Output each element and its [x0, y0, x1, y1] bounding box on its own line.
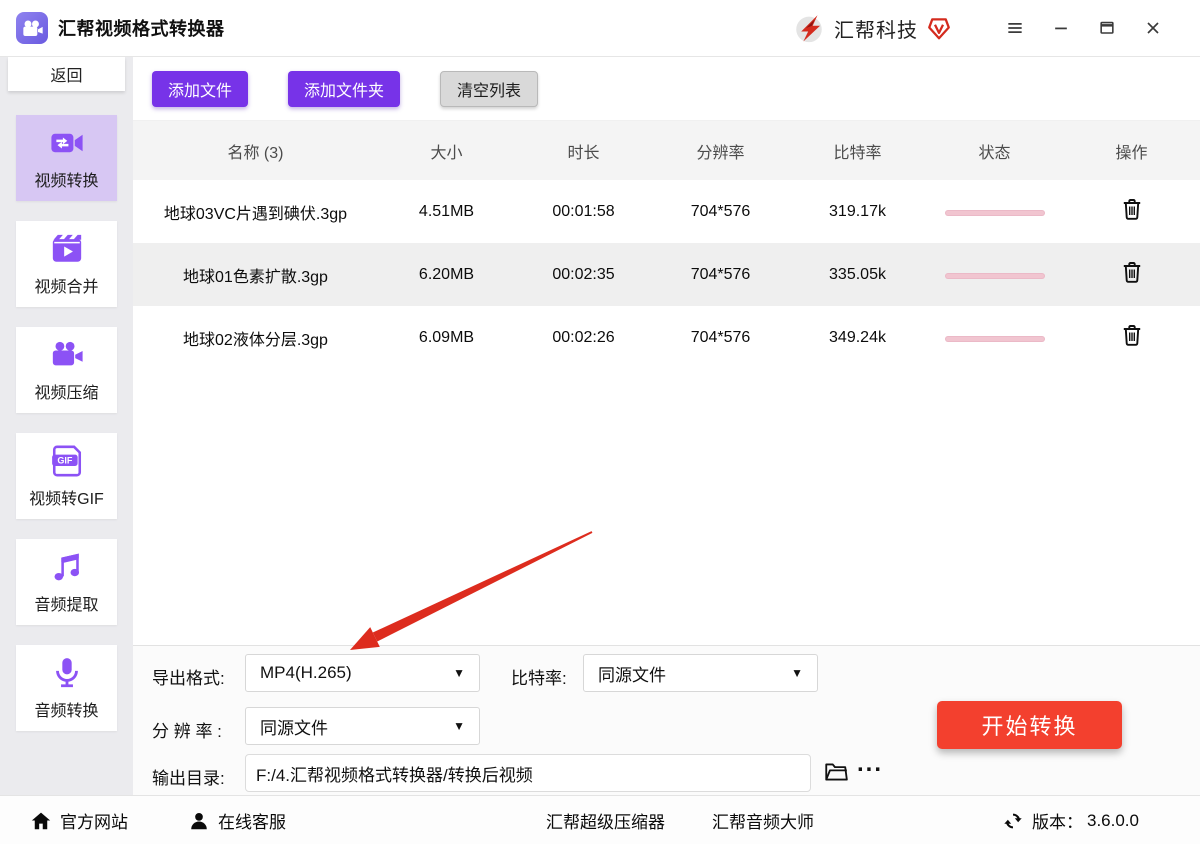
gif-file-icon: GIF: [50, 444, 84, 478]
file-name: 地球02液体分层.3gp: [183, 331, 328, 349]
titlebar: 汇帮视频格式转换器 汇帮科技: [0, 0, 1200, 57]
table-row[interactable]: 地球01色素扩散.3gp 6.20MB 00:02:35 704*576 335.05k: [133, 243, 1200, 306]
sidebar: 返回 视频转换视频合并视频压缩 GIF 视频转GIF 音频提取音频转换: [0, 57, 133, 795]
file-resolution: 704*576: [690, 328, 751, 346]
app-logo-icon: [16, 12, 48, 44]
sidebar-nav: 视频转换视频合并视频压缩 GIF 视频转GIF 音频提取音频转换: [0, 115, 133, 731]
app-title: 汇帮视频格式转换器: [58, 19, 225, 39]
sidebar-item-video-compress[interactable]: 视频压缩: [16, 327, 117, 413]
bitrate-label: 比特率:: [511, 669, 567, 688]
sidebar-item-video-merge[interactable]: 视频合并: [16, 221, 117, 307]
video-convert-icon: [50, 126, 84, 160]
trash-icon[interactable]: [1120, 197, 1144, 221]
sidebar-item-label: 视频转GIF: [29, 490, 104, 508]
file-bitrate: 319.17k: [829, 202, 886, 220]
output-dir-field[interactable]: F:/4.汇帮视频格式转换器/转换后视频: [245, 754, 811, 792]
file-table-body: 地球03VC片遇到碘伏.3gp 4.51MB 00:01:58 704*576 319.…: [133, 180, 1200, 369]
microphone-icon: [50, 656, 84, 690]
sidebar-item-label: 视频转换: [34, 172, 99, 190]
menu-icon[interactable]: [992, 8, 1038, 48]
sidebar-item-video-convert[interactable]: 视频转换: [16, 115, 117, 201]
sidebar-item-label: 视频压缩: [34, 384, 99, 402]
chevron-down-icon: ▼: [453, 719, 465, 733]
resolution-label: 分 辨 率 :: [152, 722, 222, 741]
main-panel: 添加文件 添加文件夹 清空列表 名称 (3) 大小 时长 分辨率 比特率 状态 操作 地球0…: [133, 57, 1200, 795]
online-service-link[interactable]: 在线客服: [188, 796, 286, 844]
file-name: 地球03VC片遇到碘伏.3gp: [163, 205, 348, 223]
refresh-icon: [1002, 810, 1024, 832]
column-header: 名称 (3): [227, 144, 284, 162]
chevron-down-icon: ▼: [453, 666, 465, 680]
super-compressor-link[interactable]: 汇帮超级压缩器: [546, 796, 665, 844]
version-label: 版本：: [1032, 813, 1083, 832]
export-format-label: 导出格式:: [152, 669, 225, 688]
sidebar-item-audio-convert[interactable]: 音频转换: [16, 645, 117, 731]
file-size: 4.51MB: [418, 202, 475, 220]
file-resolution: 704*576: [690, 202, 751, 220]
file-duration: 00:02:35: [552, 265, 615, 283]
brand-logo-icon: [792, 11, 826, 45]
file-bitrate: 335.05k: [829, 265, 886, 283]
file-duration: 00:01:58: [552, 202, 615, 220]
clear-list-button[interactable]: 清空列表: [440, 70, 539, 107]
svg-text:GIF: GIF: [57, 455, 73, 465]
toolbar: 添加文件 添加文件夹 清空列表: [133, 57, 1200, 121]
music-note-icon: [50, 550, 84, 584]
person-icon: [188, 810, 210, 832]
app-window: 汇帮视频格式转换器 汇帮科技 返回 视频转换 视频合并 视频压缩 GIF 视频转…: [0, 0, 1200, 844]
brand-name: 汇帮科技: [834, 19, 918, 42]
table-header: 名称 (3) 大小 时长 分辨率 比特率 状态 操作: [133, 121, 1200, 180]
sidebar-item-audio-extract[interactable]: 音频提取: [16, 539, 117, 625]
open-folder-icon[interactable]: [823, 759, 849, 785]
start-convert-button[interactable]: 开始转换: [937, 701, 1122, 749]
sidebar-item-label: 音频转换: [34, 702, 99, 720]
footer: 官方网站 在线客服 汇帮超级压缩器 汇帮音频大师 版本： 3.6.0.0: [0, 795, 1200, 844]
trash-icon[interactable]: [1120, 323, 1144, 347]
file-duration: 00:02:26: [552, 328, 615, 346]
trash-icon[interactable]: [1120, 260, 1144, 284]
export-format-dropdown[interactable]: MP4(H.265) ▼: [245, 654, 480, 692]
conversion-settings-panel: 导出格式: MP4(H.265) ▼ 比特率: 同源文件 ▼ 分 辨 率 : 同…: [133, 645, 1200, 795]
file-size: 6.09MB: [418, 328, 475, 346]
column-header: 大小: [430, 144, 463, 162]
close-button[interactable]: [1130, 8, 1176, 48]
file-resolution: 704*576: [690, 265, 751, 283]
sidebar-item-video-to-gif[interactable]: GIF 视频转GIF: [16, 433, 117, 519]
add-file-button[interactable]: 添加文件: [152, 70, 249, 107]
browse-more-button[interactable]: ...: [857, 750, 883, 778]
minimize-button[interactable]: [1038, 8, 1084, 48]
progress-bar: [944, 209, 1045, 216]
maximize-button[interactable]: [1084, 8, 1130, 48]
resolution-dropdown[interactable]: 同源文件 ▼: [245, 707, 480, 745]
column-header: 比特率: [833, 144, 882, 162]
version-value: 3.6.0.0: [1087, 810, 1139, 830]
audio-master-link[interactable]: 汇帮音频大师: [712, 796, 814, 844]
version-info[interactable]: 版本： 3.6.0.0: [1002, 796, 1139, 844]
column-header: 分辨率: [696, 144, 745, 162]
table-row[interactable]: 地球03VC片遇到碘伏.3gp 4.51MB 00:01:58 704*576 319.…: [133, 180, 1200, 243]
bitrate-dropdown[interactable]: 同源文件 ▼: [583, 654, 818, 692]
table-row[interactable]: 地球02液体分层.3gp 6.09MB 00:02:26 704*576 349.24k: [133, 306, 1200, 369]
brand-badge-icon: [926, 15, 952, 41]
file-name: 地球01色素扩散.3gp: [183, 268, 328, 286]
output-dir-label: 输出目录:: [152, 769, 225, 788]
file-size: 6.20MB: [418, 265, 475, 283]
video-merge-icon: [50, 232, 84, 266]
column-header: 状态: [978, 144, 1011, 162]
column-header: 操作: [1115, 144, 1148, 162]
progress-bar: [944, 272, 1045, 279]
home-icon: [30, 810, 52, 832]
add-folder-button[interactable]: 添加文件夹: [288, 70, 401, 107]
back-button[interactable]: 返回: [8, 57, 125, 91]
file-bitrate: 349.24k: [829, 328, 886, 346]
sidebar-item-label: 音频提取: [34, 596, 99, 614]
column-header: 时长: [567, 144, 600, 162]
chevron-down-icon: ▼: [791, 666, 803, 680]
official-site-link[interactable]: 官方网站: [30, 796, 128, 844]
sidebar-item-label: 视频合并: [34, 278, 99, 296]
video-compress-icon: [50, 338, 84, 372]
progress-bar: [944, 335, 1045, 342]
